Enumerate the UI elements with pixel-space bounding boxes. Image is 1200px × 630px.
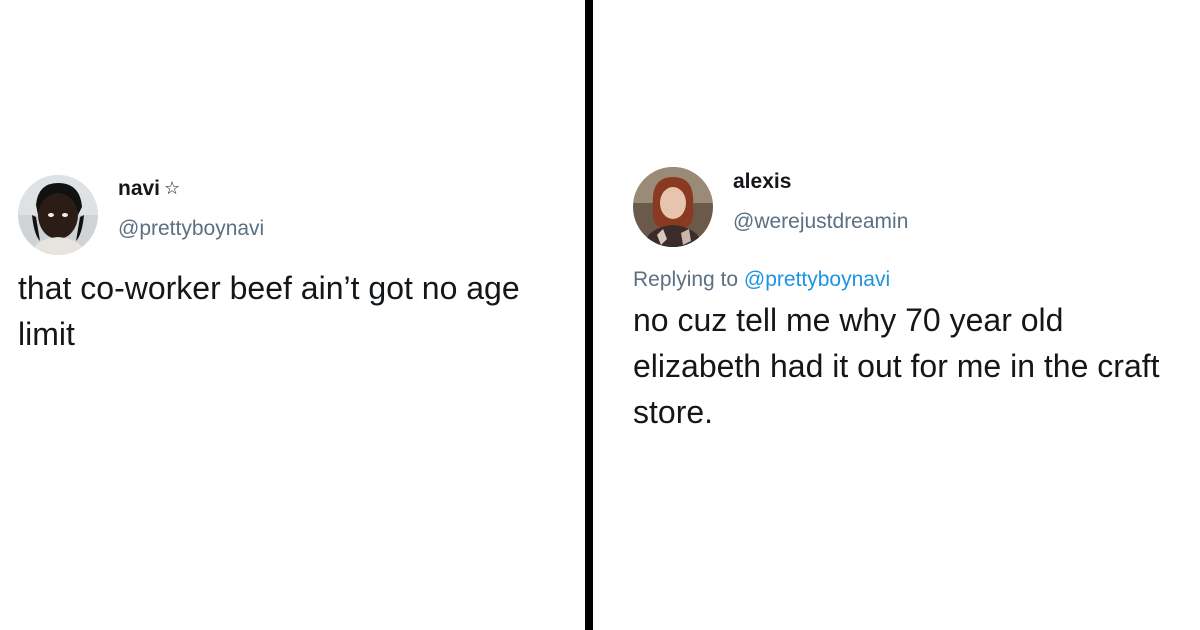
- display-name[interactable]: navi ☆: [118, 175, 264, 202]
- tweet-header: alexis @werejustdreamin: [633, 167, 1193, 247]
- handle[interactable]: @prettyboynavi: [118, 216, 264, 242]
- tweet-navi: navi ☆ @prettyboynavi that co-worker beef…: [18, 175, 568, 357]
- name-block: navi ☆ @prettyboynavi: [118, 175, 264, 242]
- tweet-header: navi ☆ @prettyboynavi: [18, 175, 568, 255]
- handle[interactable]: @werejustdreamin: [733, 209, 908, 235]
- meme-canvas: navi ☆ @prettyboynavi that co-worker beef…: [0, 0, 1200, 630]
- avatar[interactable]: [633, 167, 713, 247]
- tweet-text: no cuz tell me why 70 year old elizabeth…: [633, 302, 1160, 430]
- divider: [585, 0, 593, 630]
- display-name[interactable]: alexis: [733, 169, 908, 195]
- tweet-alexis: alexis @werejustdreamin Replying to @pre…: [633, 167, 1193, 435]
- replying-prefix: Replying to: [633, 268, 739, 291]
- reply-mention-link[interactable]: @prettyboynavi: [744, 268, 890, 291]
- replying-to: Replying to @prettyboynavi: [633, 267, 1193, 293]
- star-icon: ☆: [164, 177, 181, 198]
- tweet-text: that co-worker beef ain’t got no age lim…: [18, 270, 520, 352]
- avatar[interactable]: [18, 175, 98, 255]
- name-block: alexis @werejustdreamin: [733, 169, 908, 235]
